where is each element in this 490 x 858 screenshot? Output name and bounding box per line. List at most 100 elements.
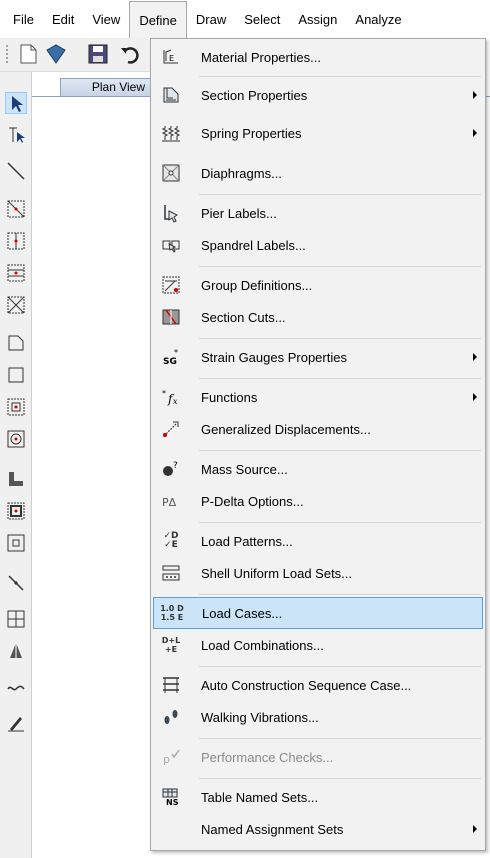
menu-item-section-properties[interactable]: Section Properties (153, 79, 483, 111)
menu-define[interactable]: Define (129, 1, 187, 39)
menu-item-label: Performance Checks... (201, 749, 334, 765)
menu-item-material-properties[interactable]: E Material Properties... (153, 41, 483, 73)
menu-item-label: Section Properties (201, 87, 308, 103)
menu-item-shell-uniform-load-sets[interactable]: Shell Uniform Load Sets... (153, 557, 483, 589)
save-icon[interactable] (86, 42, 110, 66)
menu-separator (199, 76, 481, 77)
svg-text:NS: NS (166, 798, 179, 807)
menu-item-spandrel-labels[interactable]: Spandrel Labels... (153, 229, 483, 261)
load-combinations-icon: D+L +E (161, 636, 181, 654)
draw-brace-icon[interactable] (5, 198, 27, 220)
menu-separator (199, 378, 481, 379)
menu-assign[interactable]: Assign (289, 1, 346, 37)
new-file-icon[interactable] (16, 42, 40, 66)
menu-analyze[interactable]: Analyze (346, 1, 410, 37)
menu-item-label: Mass Source... (201, 461, 288, 477)
menu-item-group-definitions[interactable]: Group Definitions... (153, 269, 483, 301)
menu-item-performance-checks: p Performance Checks... (153, 741, 483, 773)
construction-sequence-icon (155, 669, 187, 701)
menu-item-pier-labels[interactable]: Pier Labels... (153, 197, 483, 229)
draw-tendon-icon[interactable] (5, 640, 27, 662)
menu-item-named-assignment-sets[interactable]: Named Assignment Sets (153, 813, 483, 845)
menu-separator (199, 194, 481, 195)
application-window: File Edit View Define Draw Select Assign… (0, 0, 490, 858)
menu-draw[interactable]: Draw (187, 1, 235, 37)
draw-column-icon[interactable] (5, 230, 27, 252)
svg-text:?: ? (173, 461, 178, 471)
draw-rectangle-icon[interactable] (5, 364, 27, 386)
menu-item-label: Spring Properties (201, 125, 302, 141)
menu-separator (199, 594, 481, 595)
menu-item-generalized-displacements[interactable]: Generalized Displacements... (153, 413, 483, 445)
draw-floor-icon[interactable] (5, 332, 27, 354)
draw-cross-brace-icon[interactable] (5, 294, 27, 316)
load-cases-icon: 1.0 D 1.5 E (160, 604, 184, 622)
menu-item-label: Material Properties... (201, 49, 321, 65)
menu-item-strain-gauges-properties[interactable]: SG * Strain Gauges Properties (153, 341, 483, 373)
section-cuts-icon (155, 301, 187, 333)
menu-item-label: Named Assignment Sets (201, 821, 344, 837)
undo-icon[interactable] (118, 42, 142, 66)
draw-opening-icon[interactable] (5, 532, 27, 554)
menu-item-label: Strain Gauges Properties (201, 349, 347, 365)
menu-item-label: Walking Vibrations... (201, 709, 319, 725)
submenu-arrow-icon (473, 91, 477, 99)
svg-text:PΔ: PΔ (162, 496, 177, 509)
material-properties-icon: E (155, 41, 187, 73)
menu-bar: File Edit View Define Draw Select Assign… (0, 0, 490, 39)
define-menu-dropdown: E Material Properties... Section Propert… (150, 38, 486, 851)
menu-item-spring-properties[interactable]: Spring Properties (153, 117, 483, 149)
menu-view[interactable]: View (83, 1, 129, 37)
named-assignment-sets-icon (155, 813, 187, 845)
menu-item-label: Spandrel Labels... (201, 237, 306, 253)
menu-item-label: Pier Labels... (201, 205, 277, 221)
menu-separator (199, 338, 481, 339)
open-model-icon[interactable] (44, 42, 68, 66)
reshape-tool-icon[interactable] (5, 124, 27, 146)
menu-edit[interactable]: Edit (43, 1, 83, 37)
draw-curve-icon[interactable] (5, 676, 27, 698)
pier-labels-icon (155, 197, 187, 229)
mass-source-icon: ? (155, 453, 187, 485)
menu-select[interactable]: Select (235, 1, 289, 37)
menu-item-section-cuts[interactable]: Section Cuts... (153, 301, 483, 333)
draw-link-icon[interactable] (5, 572, 27, 594)
main-toolbar (0, 38, 152, 72)
svg-text:x: x (173, 397, 178, 406)
draw-wall-point-icon[interactable] (5, 500, 27, 522)
generalized-displacements-icon (155, 413, 187, 445)
draw-wall-icon[interactable] (5, 468, 27, 490)
draw-line-icon[interactable] (5, 160, 27, 182)
draw-point-area-icon[interactable] (5, 396, 27, 418)
menu-item-auto-construction-sequence[interactable]: Auto Construction Sequence Case... (153, 669, 483, 701)
svg-text:SG: SG (163, 357, 177, 367)
menu-item-p-delta-options[interactable]: PΔ P-Delta Options... (153, 485, 483, 517)
menu-item-load-patterns[interactable]: ✓D ✓E Load Patterns... (153, 525, 483, 557)
menu-item-diaphragms[interactable]: Diaphragms... (153, 157, 483, 189)
spring-properties-icon (155, 117, 187, 149)
walking-vibrations-icon (155, 701, 187, 733)
menu-item-label: Table Named Sets... (201, 789, 319, 805)
menu-item-table-named-sets[interactable]: NS Table Named Sets... (153, 781, 483, 813)
submenu-arrow-icon (473, 393, 477, 401)
menu-item-load-cases[interactable]: 1.0 D 1.5 E Load Cases... (153, 597, 483, 629)
menu-item-functions[interactable]: * f x Functions (153, 381, 483, 413)
draw-grid-icon[interactable] (5, 608, 27, 630)
menu-separator (199, 266, 481, 267)
draw-circle-area-icon[interactable] (5, 428, 27, 450)
pointer-tool-icon[interactable] (5, 92, 27, 114)
menu-item-load-combinations[interactable]: D+L +E Load Combinations... (153, 629, 483, 661)
draw-beam-icon[interactable] (5, 262, 27, 284)
draw-dimension-icon[interactable] (5, 712, 27, 734)
performance-checks-icon: p (155, 741, 187, 773)
spandrel-labels-icon (155, 229, 187, 261)
menu-item-label: Section Cuts... (201, 309, 286, 325)
section-properties-icon (155, 79, 187, 111)
menu-file[interactable]: File (4, 1, 43, 37)
submenu-arrow-icon (473, 129, 477, 137)
menu-item-mass-source[interactable]: ? Mass Source... (153, 453, 483, 485)
p-delta-icon: PΔ (155, 485, 187, 517)
menu-item-walking-vibrations[interactable]: Walking Vibrations... (153, 701, 483, 733)
menu-item-label: Diaphragms... (201, 165, 282, 181)
plan-view-tab[interactable]: Plan View (60, 78, 152, 96)
